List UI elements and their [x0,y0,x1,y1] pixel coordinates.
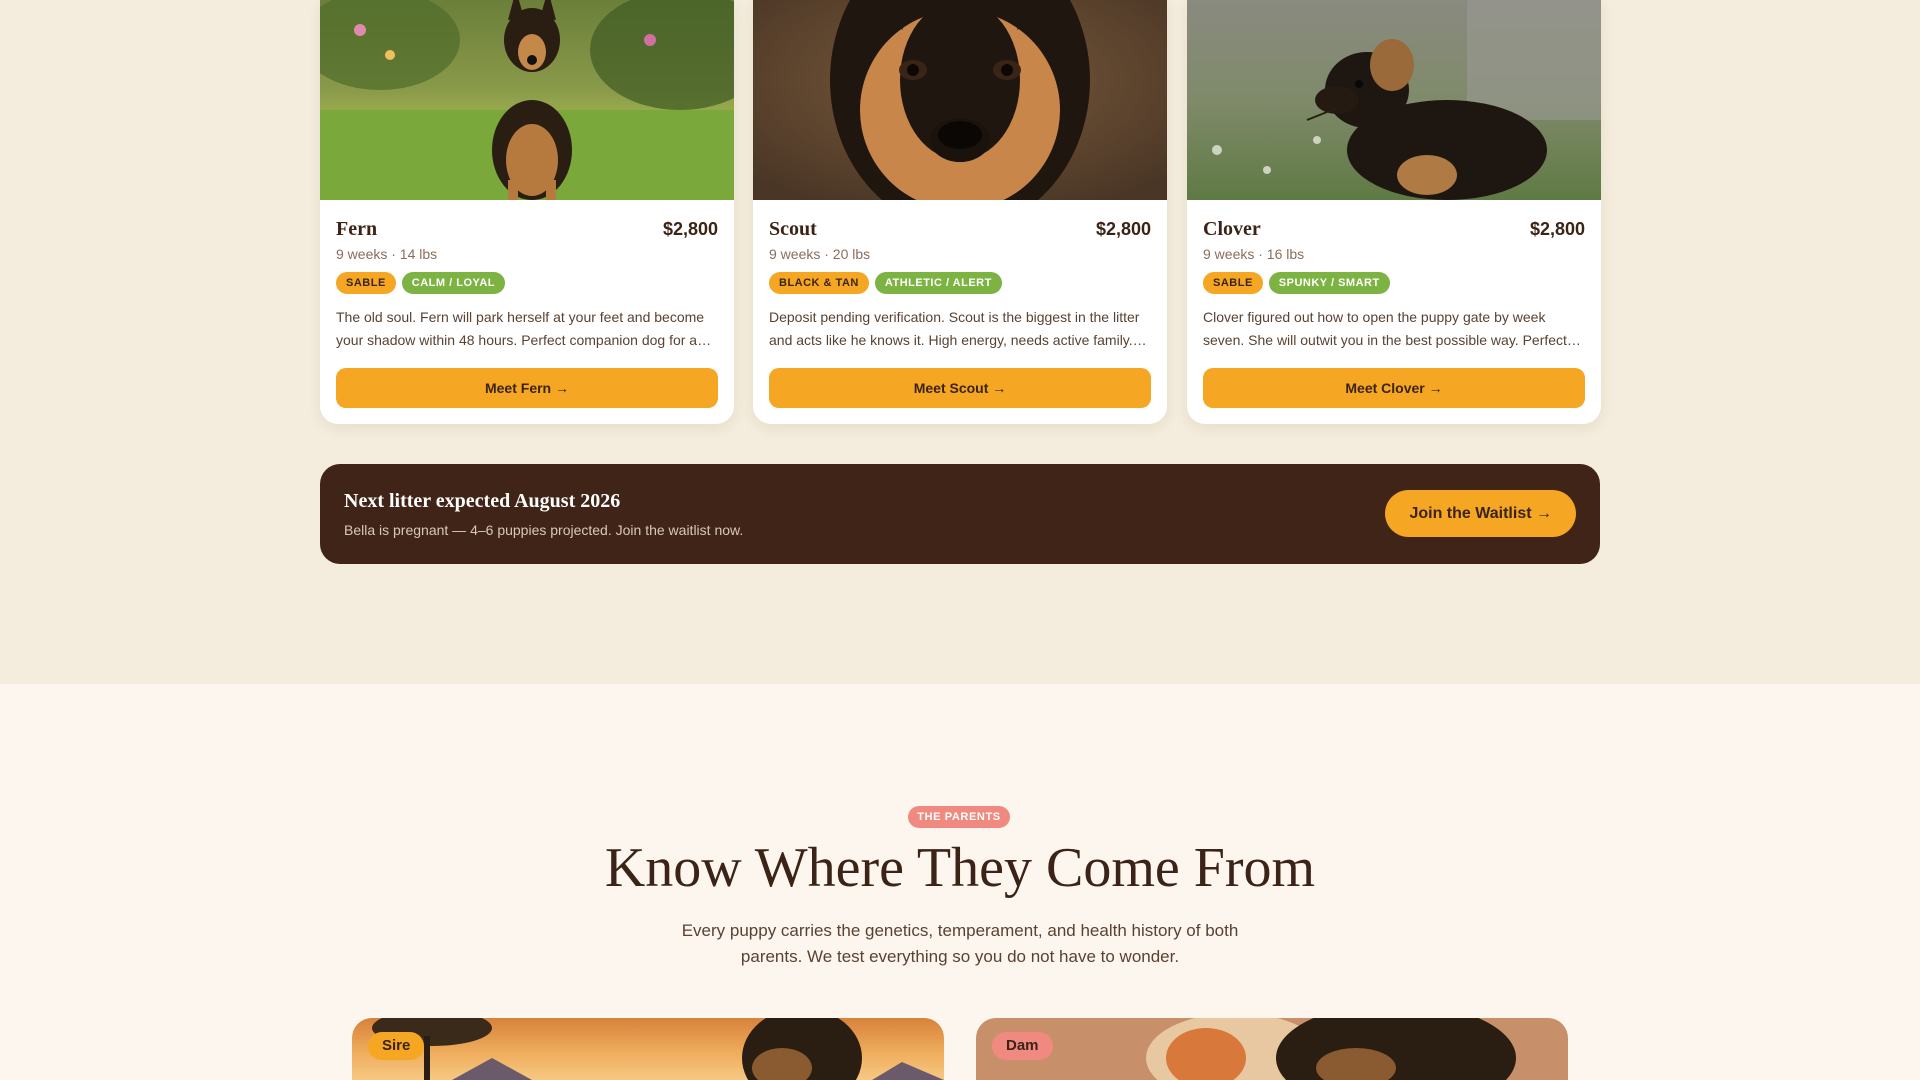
puppy-card-fern: Fern $2,800 9 weeks · 14 lbs SABLE CALM … [320,0,734,424]
meet-fern-button[interactable]: Meet Fern → [336,368,718,408]
puppy-price: $2,800 [1095,219,1151,239]
puppy-name: Scout [769,218,817,240]
puppy-card-scout: Scout $2,800 9 weeks · 20 lbs BLACK & TA… [753,0,1167,424]
next-litter-banner: Next litter expected August 2026 Bella i… [320,464,1600,564]
puppy-price: $2,800 [1529,219,1585,239]
coat-tag: SABLE [336,272,396,294]
puppy-description: Deposit pending verification. Scout is t… [769,309,1147,348]
puppy-description: The old soul. Fern will park herself at … [336,309,712,348]
puppy-meta: 9 weeks · 20 lbs [769,246,871,262]
dam-card[interactable]: Dam [976,1018,1568,1080]
puppy-description: Clover figured out how to open the puppy… [1203,309,1581,348]
sire-badge: Sire [368,1032,425,1060]
parents-subtitle: Every puppy carries the genetics, temper… [681,921,1239,966]
puppy-photo-clover[interactable] [1187,0,1601,200]
puppy-card-clover: Clover $2,800 9 weeks · 16 lbs SABLE SPU… [1187,0,1601,424]
temperament-tag: CALM / LOYAL [401,272,505,294]
puppy-meta: 9 weeks · 16 lbs [1203,246,1305,262]
dam-badge: Dam [992,1032,1053,1060]
parents-eyebrow: THE PARENTS [908,806,1010,828]
puppy-price: $2,800 [662,219,718,239]
puppy-tags: SABLE CALM / LOYAL [336,272,505,294]
puppy-name: Fern [336,218,378,240]
puppy-photo-scout[interactable] [753,0,1167,200]
coat-tag: BLACK & TAN [769,272,869,294]
join-waitlist-button[interactable]: Join the Waitlist → [1385,490,1576,537]
temperament-tag: ATHLETIC / ALERT [874,272,1002,294]
puppy-meta: 9 weeks · 14 lbs [336,246,438,262]
coat-tag: SABLE [1203,272,1263,294]
puppies-section: Fern $2,800 9 weeks · 14 lbs SABLE CALM … [0,0,1920,684]
parents-title: Know Where They Come From [604,837,1316,899]
meet-scout-button[interactable]: Meet Scout → [769,368,1151,408]
sire-card[interactable]: Sire [352,1018,944,1080]
puppy-photo-fern[interactable] [320,0,734,200]
puppy-tags: BLACK & TAN ATHLETIC / ALERT [769,272,1002,294]
banner-subtitle: Bella is pregnant — 4–6 puppies projecte… [344,522,744,538]
puppy-tags: SABLE SPUNKY / SMART [1203,272,1390,294]
puppy-name: Clover [1203,218,1261,240]
temperament-tag: SPUNKY / SMART [1268,272,1390,294]
banner-title: Next litter expected August 2026 [344,490,621,512]
meet-clover-button[interactable]: Meet Clover → [1203,368,1585,408]
